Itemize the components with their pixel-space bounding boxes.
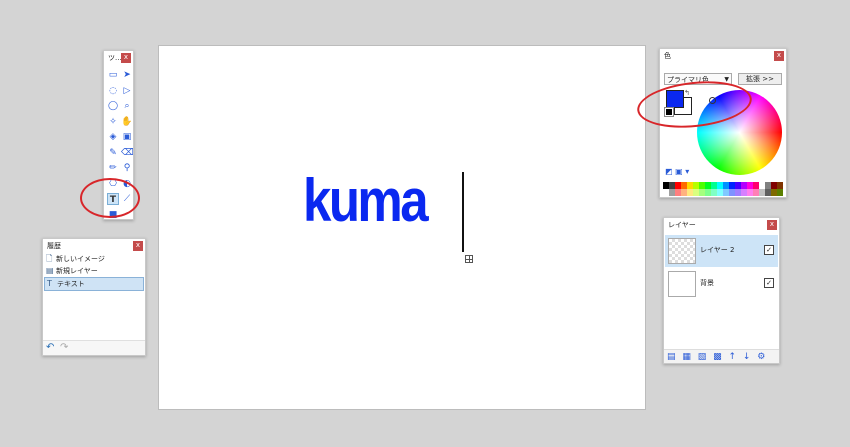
layer-thumbnail bbox=[668, 271, 696, 297]
history-panel: 履歴 x 🗋 新しいイメージ ▤ 新規レイヤー T テキスト ↶ ↷ bbox=[42, 238, 146, 356]
pencil-icon[interactable]: ✏ bbox=[107, 162, 119, 174]
layer-row-background[interactable]: 背景 ✓ bbox=[665, 268, 778, 300]
magic-wand-icon[interactable]: ✧ bbox=[107, 116, 119, 128]
layer-name: レイヤー 2 bbox=[700, 246, 735, 254]
history-item[interactable]: ▤ 新規レイヤー bbox=[44, 265, 144, 277]
new-image-icon: 🗋 bbox=[46, 254, 53, 263]
ellipse-select-icon[interactable]: ◯ bbox=[107, 100, 119, 112]
lasso-select-icon[interactable]: ◌ bbox=[107, 85, 119, 97]
layer-name: 背景 bbox=[700, 279, 714, 287]
redo-icon[interactable]: ↷ bbox=[60, 342, 68, 353]
move-selection-icon[interactable]: ▷ bbox=[121, 85, 133, 97]
paint-bucket-icon[interactable]: ◈ bbox=[107, 131, 119, 143]
palette-mode-icons[interactable]: ◩ ▣ ▾ bbox=[665, 167, 689, 176]
text-icon: T bbox=[47, 279, 52, 288]
history-item-label: テキスト bbox=[57, 280, 85, 288]
gradient-icon[interactable]: ▣ bbox=[121, 131, 133, 143]
colors-close-button[interactable]: x bbox=[774, 51, 784, 61]
pan-icon[interactable]: ✋ bbox=[121, 116, 133, 128]
history-close-button[interactable]: x bbox=[133, 241, 143, 251]
palette-swatch[interactable] bbox=[777, 182, 783, 189]
color-picker-icon[interactable]: ⚲ bbox=[121, 162, 133, 174]
canvas-text-kuma[interactable]: kuma bbox=[303, 166, 429, 235]
layer-visibility-checkbox[interactable]: ✓ bbox=[764, 278, 774, 288]
expand-button[interactable]: 拡張 >> bbox=[738, 73, 782, 85]
text-move-handle[interactable] bbox=[465, 255, 473, 263]
text-cursor bbox=[462, 172, 464, 252]
history-list: 🗋 新しいイメージ ▤ 新規レイヤー T テキスト bbox=[43, 253, 145, 291]
annotation-circle-text-tool bbox=[80, 178, 140, 218]
colors-title: 色 bbox=[664, 52, 671, 60]
layer-toolbar[interactable]: ▤ ▦ ▧ ▩ ↑ ↓ ⚙ bbox=[664, 349, 779, 363]
history-item-label: 新規レイヤー bbox=[56, 267, 98, 275]
new-layer-icon: ▤ bbox=[46, 266, 54, 275]
paintbrush-icon[interactable]: ✎ bbox=[107, 147, 119, 159]
history-item[interactable]: 🗋 新しいイメージ bbox=[44, 253, 144, 265]
layer-row-2[interactable]: レイヤー 2 ✓ bbox=[665, 235, 778, 267]
history-footer: ↶ ↷ bbox=[43, 340, 145, 355]
layers-title: レイヤー bbox=[668, 221, 696, 229]
layers-close-button[interactable]: x bbox=[767, 220, 777, 230]
undo-icon[interactable]: ↶ bbox=[46, 342, 54, 353]
move-selected-icon[interactable]: ➤ bbox=[121, 69, 133, 81]
history-item-label: 新しいイメージ bbox=[56, 255, 105, 263]
image-canvas[interactable]: kuma bbox=[158, 45, 646, 410]
eraser-icon[interactable]: ⌫ bbox=[121, 147, 133, 159]
tools-close-button[interactable]: x bbox=[121, 53, 131, 63]
history-item[interactable]: T テキスト bbox=[44, 277, 144, 291]
layer-thumbnail bbox=[668, 238, 696, 264]
history-title: 履歴 bbox=[47, 242, 61, 250]
palette-swatch[interactable] bbox=[777, 189, 783, 196]
layer-visibility-checkbox[interactable]: ✓ bbox=[764, 245, 774, 255]
layers-panel: レイヤー x レイヤー 2 ✓ 背景 ✓ ▤ ▦ ▧ ▩ ↑ ↓ ⚙ bbox=[663, 217, 780, 364]
zoom-icon[interactable]: ⌕ bbox=[121, 100, 133, 112]
color-palette bbox=[663, 182, 783, 196]
rectangle-select-icon[interactable]: ▭ bbox=[107, 69, 119, 81]
